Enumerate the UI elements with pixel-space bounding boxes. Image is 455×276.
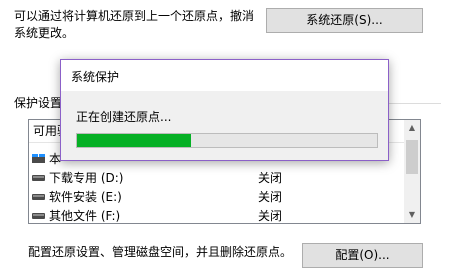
dialog-title: 系统保护 xyxy=(71,70,120,84)
list-item[interactable]: 软件安装 (E:) 关闭 xyxy=(29,187,405,207)
restore-description-line1: 可以通过将计算机还原到上一个还原点，撤消 xyxy=(14,9,255,23)
system-restore-button[interactable]: 系统还原(S)... xyxy=(266,8,423,33)
system-protection-dialog: 系统保护 正在创建还原点... xyxy=(60,59,389,161)
dialog-body: 正在创建还原点... xyxy=(61,91,388,160)
drive-status: 关闭 xyxy=(258,209,283,223)
scroll-up-arrow-icon[interactable]: ▲ xyxy=(404,120,420,136)
system-drive-icon xyxy=(32,154,45,163)
list-scrollbar[interactable]: ▲ ▼ xyxy=(404,120,420,223)
list-item[interactable]: 其他文件 (F:) 关闭 xyxy=(29,206,405,223)
drive-name: 下载专用 (D:) xyxy=(49,171,124,185)
progress-bar xyxy=(76,133,378,148)
group-divider xyxy=(389,103,441,104)
protection-group-label: 保护设置 xyxy=(14,96,63,110)
progress-bar-fill xyxy=(77,134,191,147)
dialog-titlebar[interactable]: 系统保护 xyxy=(61,60,388,91)
drive-icon xyxy=(32,213,45,219)
drive-name: 软件安装 (E:) xyxy=(49,190,122,204)
scroll-down-arrow-icon[interactable]: ▼ xyxy=(404,207,420,223)
drive-name: 其他文件 (F:) xyxy=(49,209,121,223)
drive-icon xyxy=(32,175,45,181)
drive-icon xyxy=(32,194,45,200)
progress-message: 正在创建还原点... xyxy=(76,110,172,124)
configure-description: 配置还原设置、管理磁盘空间，并且删除还原点。 xyxy=(28,245,293,259)
scroll-thumb[interactable] xyxy=(406,140,418,174)
restore-description-line2: 系统更改。 xyxy=(14,26,75,40)
drive-status: 关闭 xyxy=(258,190,283,204)
list-item[interactable]: 下载专用 (D:) 关闭 xyxy=(29,168,405,188)
drive-status: 关闭 xyxy=(258,171,283,185)
configure-button[interactable]: 配置(O)... xyxy=(302,243,423,268)
